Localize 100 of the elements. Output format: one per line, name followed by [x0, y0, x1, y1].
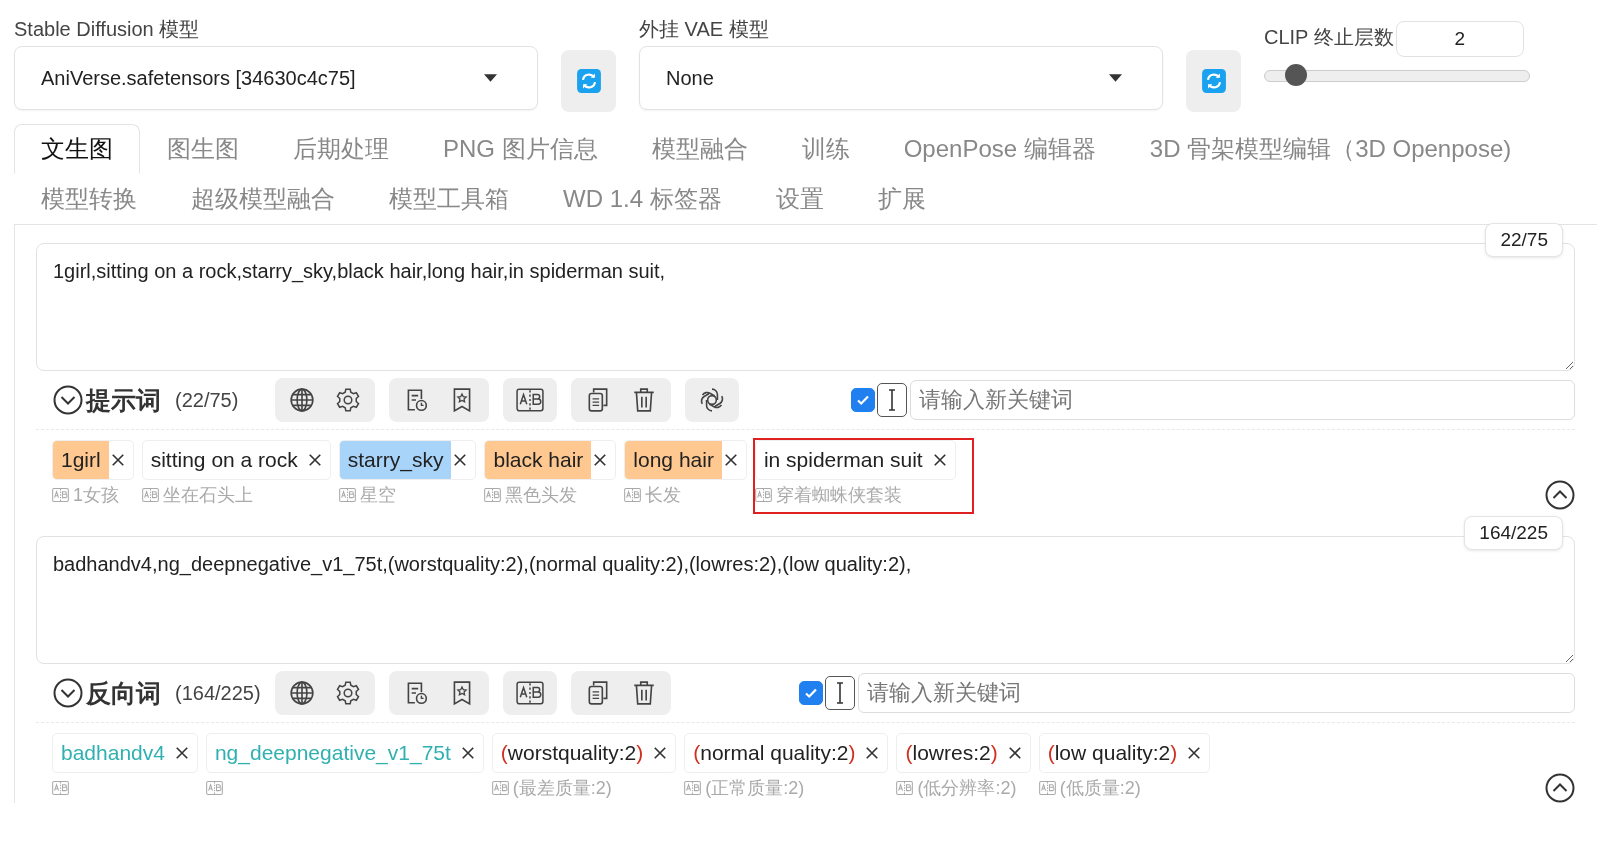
refresh-button[interactable]: [1186, 50, 1241, 112]
clip-label: CLIP 终止层数: [1264, 25, 1394, 50]
tag-chip[interactable]: sitting on a rock: [141, 440, 331, 480]
translate-icon: [484, 487, 502, 503]
token-count: (164/225): [175, 681, 262, 705]
tag-text: in spiderman suit: [762, 447, 924, 473]
tag-text: 1girl: [53, 441, 109, 479]
model-label: Stable Diffusion 模型: [14, 17, 201, 42]
tag-translation: 长发: [645, 484, 682, 507]
tag-translation: 穿着蜘蛛侠套装: [775, 484, 902, 507]
tab[interactable]: 图生图: [140, 124, 266, 174]
refresh-icon: [1200, 68, 1227, 94]
tab[interactable]: 文生图: [14, 124, 140, 174]
tag-chip[interactable]: (normal quality:2): [684, 733, 889, 773]
close-icon[interactable]: [460, 746, 475, 760]
tag-text: black hair: [485, 441, 592, 479]
tab[interactable]: 3D 骨架模型编辑（3D Openpose): [1122, 124, 1539, 174]
tag-text: badhandv4: [60, 740, 166, 766]
tab[interactable]: 设置: [748, 174, 851, 224]
tag-text: (normal quality:2): [692, 740, 857, 766]
vae-dropdown[interactable]: None: [639, 46, 1163, 110]
close-icon[interactable]: [110, 453, 125, 467]
close-icon[interactable]: [307, 453, 322, 467]
trash-icon: [631, 387, 657, 413]
tag-chip[interactable]: (low quality:2): [1038, 733, 1211, 773]
close-icon[interactable]: [1187, 746, 1202, 760]
text-cursor-button[interactable]: [877, 383, 907, 417]
translate-icon: [52, 780, 69, 796]
close-icon[interactable]: [593, 453, 608, 467]
checkbox[interactable]: [851, 388, 875, 412]
collapse-icon[interactable]: [53, 678, 83, 708]
tab[interactable]: 模型工具箱: [362, 174, 536, 224]
tab[interactable]: 后期处理: [266, 124, 416, 174]
translate-icon: [141, 487, 159, 503]
tag-chip[interactable]: black hair: [484, 440, 617, 480]
translate-icon: [52, 487, 69, 503]
keyword-input-field[interactable]: 请输入新关键词: [910, 380, 1575, 420]
refresh-button[interactable]: [561, 50, 616, 112]
tag-translation: (正常质量:2): [705, 777, 805, 800]
section-title: 提示词: [86, 384, 161, 416]
close-icon[interactable]: [174, 746, 189, 760]
tag-translation: (低分辨率:2): [917, 777, 1017, 800]
tab[interactable]: WD 1.4 标签器: [536, 174, 749, 224]
translate-icon: [516, 680, 544, 706]
translate-icon: [338, 487, 356, 503]
clip-number-field[interactable]: 2: [1395, 21, 1524, 57]
globe-icon: [289, 680, 315, 706]
tag-chip[interactable]: (worstquality:2): [491, 733, 677, 773]
tag-translation: (最差质量:2): [512, 777, 612, 800]
tag-text: ng_deepnegative_v1_75t: [213, 740, 452, 767]
tag-translation: 星空: [359, 484, 396, 507]
knot-icon: [699, 387, 725, 413]
tab[interactable]: OpenPose 编辑器: [876, 124, 1123, 174]
text-cursor-icon: [835, 681, 845, 705]
close-icon[interactable]: [653, 746, 668, 760]
caret-icon: [1109, 74, 1122, 82]
text-cursor-button[interactable]: [825, 676, 855, 710]
caret-icon: [484, 74, 497, 82]
close-icon[interactable]: [1007, 746, 1022, 760]
checkbox[interactable]: [799, 681, 823, 705]
token-counter: 164/225: [1464, 516, 1563, 550]
tag-translation: 黑色头发: [505, 484, 578, 507]
tab[interactable]: 训练: [774, 124, 877, 174]
tag-chip[interactable]: (lowres:2): [896, 733, 1031, 773]
tag-translation: 坐在石头上: [162, 484, 253, 507]
tab[interactable]: 模型融合: [624, 124, 775, 174]
settings-icon: [335, 387, 361, 413]
model-dropdown[interactable]: AniVerse.safetensors [34630c4c75]: [14, 46, 538, 110]
expand-icon[interactable]: [1545, 480, 1575, 510]
translate-icon: [205, 780, 223, 796]
globe-icon: [289, 387, 315, 413]
token-count: (22/75): [175, 388, 240, 412]
tag-translation: 1女孩: [73, 484, 119, 507]
settings-icon: [335, 680, 361, 706]
translate-icon: [896, 780, 914, 796]
keyword-input-field[interactable]: 请输入新关键词: [858, 673, 1575, 713]
section-title: 反向词: [86, 677, 161, 709]
close-icon[interactable]: [865, 746, 880, 760]
tab[interactable]: 超级模型融合: [164, 174, 362, 224]
tag-chip[interactable]: long hair: [624, 440, 747, 480]
slider-thumb[interactable]: [1284, 64, 1307, 86]
translate-icon: [624, 487, 642, 503]
refresh-icon: [575, 68, 602, 94]
token-counter: 22/75: [1485, 223, 1563, 257]
translate-icon: [1038, 780, 1056, 796]
close-icon[interactable]: [453, 453, 468, 467]
tag-chip[interactable]: starry_sky: [338, 440, 477, 480]
tab[interactable]: PNG 图片信息: [416, 124, 625, 174]
close-icon[interactable]: [932, 453, 947, 467]
expand-icon[interactable]: [1545, 773, 1575, 803]
close-icon[interactable]: [723, 453, 738, 467]
collapse-icon[interactable]: [53, 385, 83, 415]
tag-chip[interactable]: 1girl: [52, 440, 134, 480]
text-cursor-icon: [887, 388, 897, 412]
translate-icon: [516, 387, 544, 413]
tag-chip[interactable]: in spiderman suit: [754, 440, 956, 480]
translate-icon: [684, 780, 702, 796]
tab[interactable]: 模型转换: [14, 174, 164, 224]
tag-text: (worstquality:2): [499, 740, 645, 766]
tab[interactable]: 扩展: [850, 174, 953, 224]
